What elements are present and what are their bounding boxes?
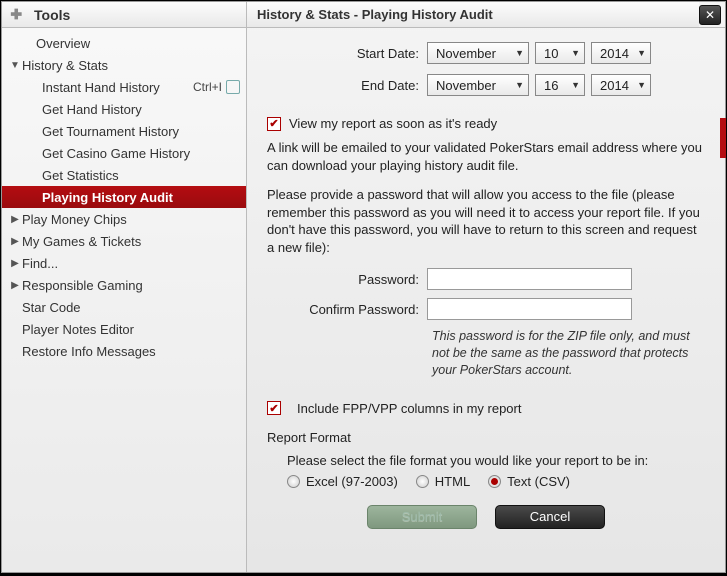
sidebar: Overview ▼History & Stats Instant Hand H…	[2, 28, 247, 572]
end-day-select[interactable]: 16▼	[535, 74, 585, 96]
confirm-password-label: Confirm Password:	[267, 302, 427, 317]
content-title: History & Stats - Playing History Audit	[257, 7, 493, 22]
start-date-label: Start Date:	[267, 46, 427, 61]
chevron-right-icon: ▶	[8, 214, 22, 225]
close-icon: ✕	[705, 8, 715, 22]
report-format-options: Excel (97-2003) HTML Text (CSV)	[287, 474, 705, 489]
sidebar-item-responsible-gaming[interactable]: ▶Responsible Gaming	[2, 274, 246, 296]
end-month-select[interactable]: November▼	[427, 74, 529, 96]
button-row: Submit Cancel	[267, 505, 705, 529]
radio-csv[interactable]	[488, 475, 501, 488]
report-format-title: Report Format	[267, 430, 705, 445]
end-date-label: End Date:	[267, 78, 427, 93]
sidebar-item-star-code[interactable]: Star Code	[2, 296, 246, 318]
view-report-label: View my report as soon as it's ready	[289, 116, 497, 131]
cancel-button[interactable]: Cancel	[495, 505, 605, 529]
chevron-right-icon: ▶	[8, 236, 22, 247]
email-info-text: A link will be emailed to your validated…	[267, 139, 705, 174]
start-year-select[interactable]: 2014▼	[591, 42, 651, 64]
content-header: History & Stats - Playing History Audit	[247, 2, 699, 27]
sidebar-item-player-notes-editor[interactable]: Player Notes Editor	[2, 318, 246, 340]
confirm-password-input[interactable]	[427, 298, 632, 320]
report-format-prompt: Please select the file format you would …	[287, 453, 705, 468]
view-report-checkbox[interactable]: ✔	[267, 117, 281, 131]
right-edge-accent	[720, 118, 726, 158]
format-csv[interactable]: Text (CSV)	[488, 474, 570, 489]
start-day-select[interactable]: 10▼	[535, 42, 585, 64]
password-label: Password:	[267, 272, 427, 287]
end-date-row: End Date: November▼ 16▼ 2014▼	[267, 74, 705, 96]
sidebar-item-instant-hand-history[interactable]: Instant Hand HistoryCtrl+I	[2, 76, 246, 98]
sidebar-item-my-games-tickets[interactable]: ▶My Games & Tickets	[2, 230, 246, 252]
window: Tools History & Stats - Playing History …	[1, 1, 726, 573]
view-report-row: ✔ View my report as soon as it's ready	[267, 116, 705, 131]
sidebar-item-find[interactable]: ▶Find...	[2, 252, 246, 274]
confirm-password-row: Confirm Password:	[267, 298, 705, 320]
sidebar-item-play-money-chips[interactable]: ▶Play Money Chips	[2, 208, 246, 230]
chevron-right-icon: ▶	[8, 258, 22, 269]
sidebar-item-restore-info-messages[interactable]: Restore Info Messages	[2, 340, 246, 362]
sidebar-item-playing-history-audit[interactable]: Playing History Audit	[2, 186, 246, 208]
sidebar-item-history-stats[interactable]: ▼History & Stats	[2, 54, 246, 76]
format-html[interactable]: HTML	[416, 474, 470, 489]
body: Overview ▼History & Stats Instant Hand H…	[2, 28, 725, 572]
password-info-text: Please provide a password that will allo…	[267, 186, 705, 256]
tools-icon	[10, 6, 28, 24]
sidebar-title: Tools	[34, 7, 70, 23]
titlebar: Tools History & Stats - Playing History …	[2, 2, 725, 28]
chevron-down-icon: ▼	[571, 48, 580, 58]
include-fpp-label: Include FPP/VPP columns in my report	[297, 401, 521, 416]
chevron-down-icon: ▼	[637, 80, 646, 90]
end-year-select[interactable]: 2014▼	[591, 74, 651, 96]
content: Start Date: November▼ 10▼ 2014▼ End Date…	[247, 28, 725, 572]
start-month-select[interactable]: November▼	[427, 42, 529, 64]
password-row: Password:	[267, 268, 705, 290]
close-button[interactable]: ✕	[699, 5, 721, 25]
start-date-row: Start Date: November▼ 10▼ 2014▼	[267, 42, 705, 64]
chevron-down-icon: ▼	[515, 80, 524, 90]
format-excel[interactable]: Excel (97-2003)	[287, 474, 398, 489]
chevron-down-icon: ▼	[515, 48, 524, 58]
include-fpp-checkbox[interactable]: ✔	[267, 401, 281, 415]
sidebar-item-get-tournament-history[interactable]: Get Tournament History	[2, 120, 246, 142]
chevron-down-icon: ▼	[571, 80, 580, 90]
include-fpp-row: ✔ Include FPP/VPP columns in my report	[267, 401, 705, 416]
submit-button[interactable]: Submit	[367, 505, 477, 529]
sidebar-header: Tools	[2, 2, 247, 27]
sidebar-item-get-hand-history[interactable]: Get Hand History	[2, 98, 246, 120]
password-input[interactable]	[427, 268, 632, 290]
radio-html[interactable]	[416, 475, 429, 488]
chevron-right-icon: ▶	[8, 280, 22, 291]
password-hint: This password is for the ZIP file only, …	[432, 328, 705, 379]
radio-excel[interactable]	[287, 475, 300, 488]
sidebar-item-get-statistics[interactable]: Get Statistics	[2, 164, 246, 186]
sidebar-item-get-casino-game-history[interactable]: Get Casino Game History	[2, 142, 246, 164]
chevron-down-icon: ▼	[8, 60, 22, 71]
chevron-down-icon: ▼	[637, 48, 646, 58]
popout-icon[interactable]	[226, 80, 240, 94]
sidebar-item-overview[interactable]: Overview	[2, 32, 246, 54]
